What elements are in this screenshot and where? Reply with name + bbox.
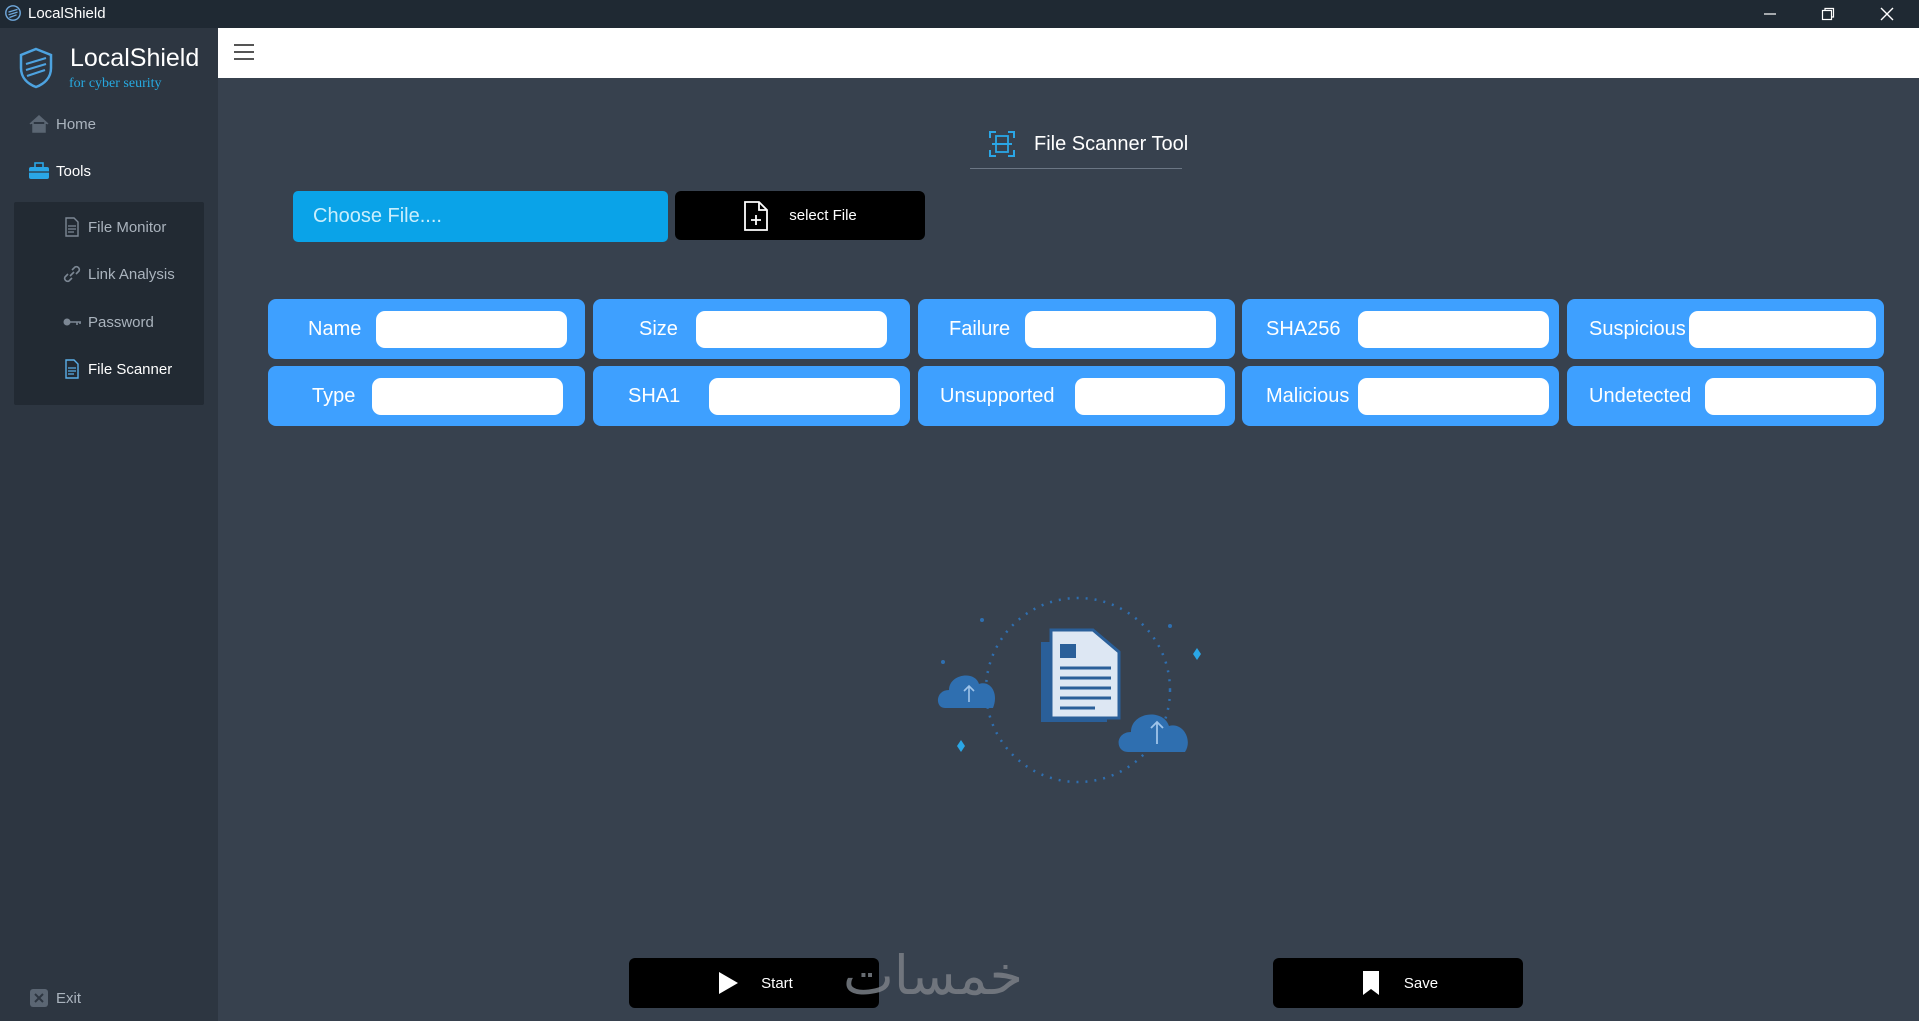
- page-title-text: File Scanner Tool: [1034, 132, 1189, 155]
- field-suspicious-input[interactable]: [1689, 311, 1876, 348]
- close-box-icon: [30, 989, 48, 1007]
- minimize-icon: [1764, 13, 1776, 15]
- field-malicious-label: Malicious: [1266, 385, 1350, 407]
- logo-shield-icon: [19, 47, 53, 89]
- field-failure-label: Failure: [949, 318, 1011, 340]
- nav-exit[interactable]: Exit: [28, 983, 81, 1013]
- field-name-card: Name: [268, 299, 585, 359]
- field-sha1-card: SHA1: [593, 366, 910, 426]
- close-icon: [1880, 7, 1894, 21]
- nav-home-label: Home: [56, 115, 97, 133]
- field-sha1-input[interactable]: [709, 378, 900, 415]
- choose-file-field[interactable]: Choose File....: [293, 191, 668, 242]
- field-undetected-label: Undetected: [1589, 385, 1692, 407]
- top-header: [218, 28, 1919, 78]
- sidebar: LocalShield for cyber seurity Home Tools…: [0, 28, 218, 1021]
- scan-document-icon: [989, 131, 1015, 157]
- field-failure-input[interactable]: [1025, 311, 1216, 348]
- sidebar-item-file-scanner[interactable]: File Scanner: [62, 354, 172, 384]
- select-file-label: select File: [789, 207, 857, 224]
- field-malicious-card: Malicious: [1242, 366, 1559, 426]
- field-suspicious-label: Suspicious: [1589, 318, 1686, 340]
- page-title: File Scanner Tool: [988, 130, 1188, 158]
- field-undetected-card: Undetected: [1567, 366, 1884, 426]
- field-unsupported-label: Unsupported: [940, 385, 1055, 407]
- home-icon: [29, 114, 49, 133]
- save-label: Save: [1403, 974, 1439, 992]
- bookmark-icon: [1362, 971, 1379, 995]
- sidebar-item-label: File Scanner: [88, 360, 173, 378]
- field-size-label: Size: [639, 318, 678, 340]
- sidebar-item-label: Link Analysis: [88, 265, 175, 283]
- menu-icon[interactable]: [232, 40, 256, 64]
- sidebar-item-label: File Monitor: [88, 218, 167, 236]
- field-name-input[interactable]: [376, 311, 567, 348]
- close-button[interactable]: [1858, 0, 1916, 28]
- nav-tools[interactable]: Tools: [28, 156, 91, 186]
- start-label: Start: [761, 974, 793, 992]
- field-sha256-card: SHA256: [1242, 299, 1559, 359]
- sidebar-item-file-monitor[interactable]: File Monitor: [62, 212, 166, 242]
- document-icon: [65, 359, 79, 379]
- sidebar-item-label: Password: [88, 313, 154, 331]
- field-sha256-label: SHA256: [1266, 318, 1341, 340]
- sidebar-item-link-analysis[interactable]: Link Analysis: [62, 259, 175, 289]
- field-unsupported-card: Unsupported: [918, 366, 1235, 426]
- toolbox-icon: [29, 162, 49, 179]
- minimize-button[interactable]: [1741, 0, 1799, 28]
- brand-tagline: for cyber seurity: [69, 76, 162, 91]
- nav-exit-label: Exit: [56, 989, 82, 1007]
- field-suspicious-card: Suspicious: [1567, 299, 1884, 359]
- window-title: LocalShield: [28, 5, 106, 22]
- field-sha256-input[interactable]: [1358, 311, 1549, 348]
- field-type-input[interactable]: [372, 378, 563, 415]
- document-icon: [65, 217, 79, 237]
- title-divider: [970, 168, 1182, 169]
- restore-button[interactable]: [1799, 0, 1857, 28]
- field-malicious-input[interactable]: [1358, 378, 1549, 415]
- field-failure-card: Failure: [918, 299, 1235, 359]
- cloud-upload-illustration: [937, 596, 1201, 784]
- field-type-label: Type: [312, 385, 356, 407]
- save-button[interactable]: Save: [1273, 958, 1523, 1008]
- tools-submenu: File Monitor Link Analysis Password File…: [14, 202, 204, 405]
- window-titlebar: LocalShield: [0, 0, 1919, 28]
- nav-home[interactable]: Home: [28, 109, 96, 139]
- file-plus-icon: [744, 200, 769, 231]
- link-icon: [63, 265, 81, 283]
- restore-icon: [1821, 7, 1835, 21]
- field-unsupported-input[interactable]: [1075, 378, 1225, 415]
- watermark: خمسات: [843, 944, 1024, 1007]
- field-undetected-input[interactable]: [1705, 378, 1876, 415]
- app-shield-icon: [5, 5, 21, 21]
- select-file-button[interactable]: select File: [675, 191, 925, 240]
- brand-name: LocalShield: [70, 44, 200, 72]
- field-size-input[interactable]: [696, 311, 887, 348]
- key-icon: [63, 318, 81, 326]
- start-button[interactable]: Start: [629, 958, 879, 1008]
- play-icon: [719, 972, 739, 994]
- nav-tools-label: Tools: [56, 162, 92, 180]
- field-type-card: Type: [268, 366, 585, 426]
- field-name-label: Name: [308, 318, 362, 340]
- sidebar-item-password[interactable]: Password: [62, 307, 154, 337]
- field-size-card: Size: [593, 299, 910, 359]
- field-sha1-label: SHA1: [628, 385, 681, 407]
